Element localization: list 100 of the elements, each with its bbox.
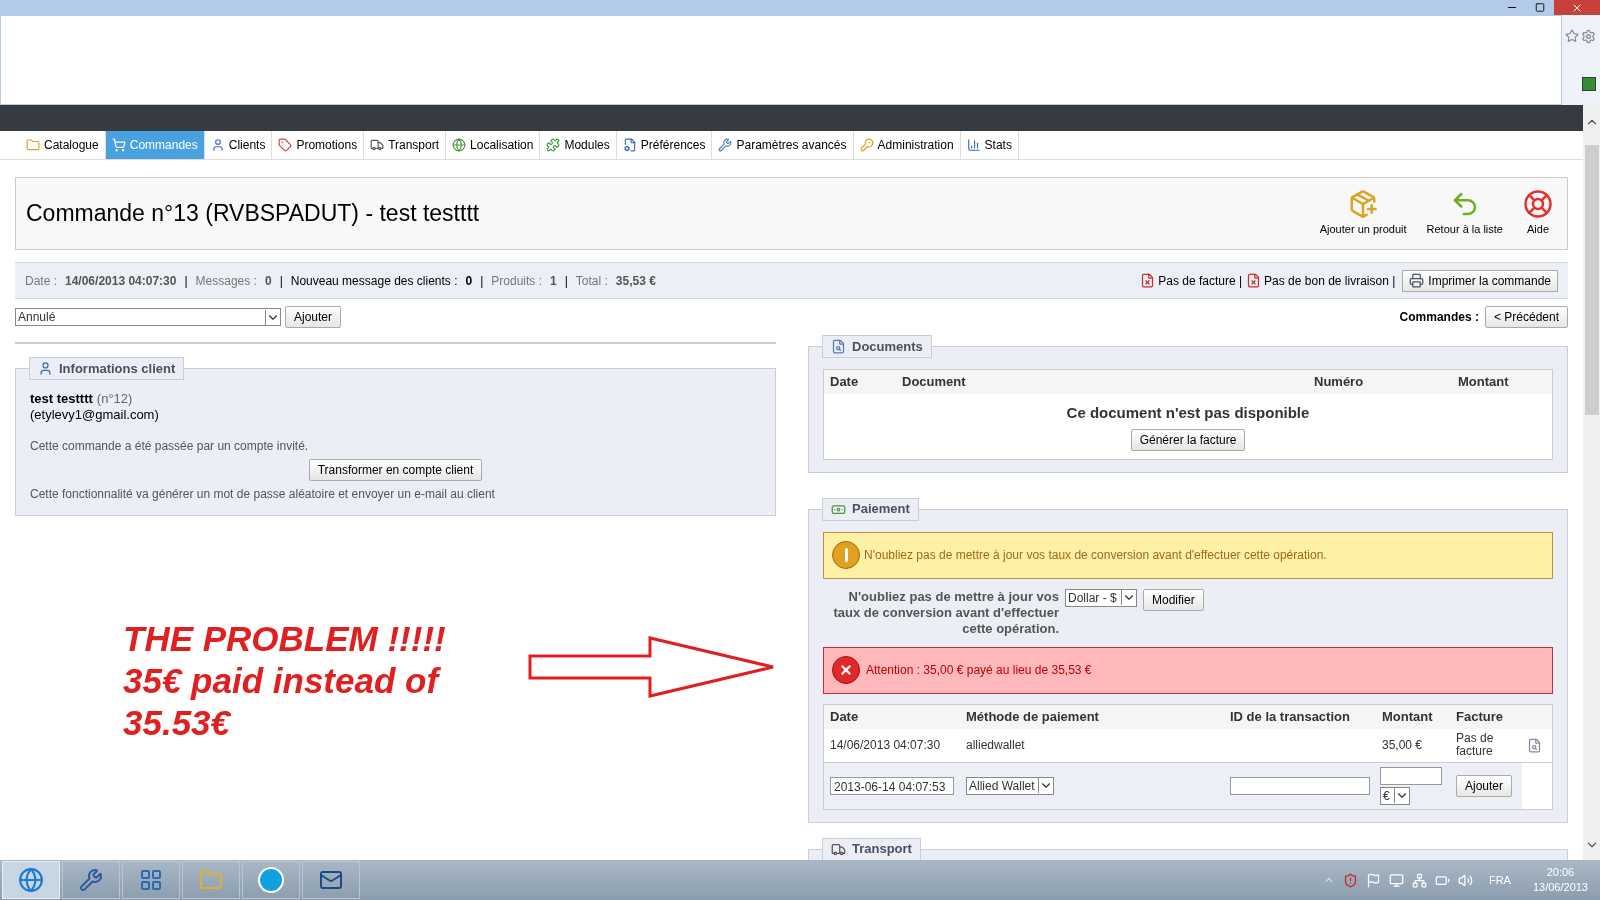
document-search-icon	[831, 339, 846, 354]
tools-taskbar-icon[interactable]	[62, 861, 120, 899]
column-header: Numéro	[1314, 373, 1365, 392]
scroll-thumb[interactable]	[1584, 145, 1599, 415]
summary-value: 0	[264, 272, 272, 290]
summary-label: Total :	[575, 272, 608, 290]
settings-icon[interactable]	[1581, 29, 1596, 44]
payment-method-select[interactable]: Allied Wallet	[966, 776, 1054, 795]
monitor-tray-icon[interactable]	[1388, 872, 1404, 888]
column-header: Méthode de paiement	[966, 707, 1100, 726]
printer-icon	[1409, 273, 1425, 288]
folder-taskbar-icon[interactable]	[182, 861, 240, 899]
document-link[interactable]: Pas de bon de livraison |	[1246, 271, 1396, 290]
separator-text: |	[184, 272, 188, 290]
add-status-button[interactable]: Ajouter	[285, 306, 342, 328]
toolbar-action[interactable]: Ajouter un produit	[1317, 189, 1409, 238]
table-cell-text: 14/06/2013 04:07:30	[830, 737, 942, 754]
tag-icon	[278, 138, 293, 152]
chat-taskbar-icon[interactable]	[242, 861, 300, 899]
dropdown-arrow-icon	[1394, 788, 1409, 803]
key-icon	[859, 138, 874, 152]
annotation-text: THE PROBLEM !!!!! 35€ paid instead of 35.53€	[123, 618, 447, 744]
truck-icon	[831, 841, 846, 857]
folder-icon	[26, 138, 40, 152]
table-cell-text: 35,00 €	[1382, 737, 1424, 754]
status-select[interactable]: Annulé	[15, 308, 281, 326]
error-icon	[832, 656, 860, 684]
scrollbar[interactable]	[1583, 105, 1600, 860]
nav-label: Commandes :	[1399, 309, 1479, 326]
convert-note: Cette fonctionnalité va générer un mot de passe aléatoire et envoyer un e-mail au client	[30, 486, 496, 503]
wrench-icon	[718, 138, 733, 152]
favorites-star-icon[interactable]	[1565, 29, 1579, 43]
currency-select[interactable]: Dollar - $	[1065, 588, 1137, 607]
column-header: Facture	[1456, 707, 1504, 726]
crossed-document-icon	[1140, 273, 1156, 288]
browser-taskbar-icon[interactable]	[2, 861, 60, 899]
extension-icon[interactable]	[1582, 77, 1596, 91]
client-number: (n°12)	[96, 391, 133, 407]
network-tray-icon[interactable]	[1411, 872, 1427, 888]
print-button[interactable]: Imprimer la commande	[1402, 269, 1558, 292]
dropdown-arrow-icon	[1121, 590, 1136, 605]
summary-label: Produits :	[491, 272, 543, 290]
separator-text: |	[480, 272, 484, 290]
control-panel-taskbar-icon[interactable]	[122, 861, 180, 899]
document-gear-icon	[622, 138, 637, 152]
crossed-document-icon	[1246, 273, 1262, 288]
mail-taskbar-icon[interactable]	[302, 861, 360, 899]
add-payment-button[interactable]: Ajouter	[1456, 774, 1513, 797]
toolbar-action[interactable]: Retour à la liste	[1424, 189, 1505, 238]
transaction-id-field[interactable]	[1230, 776, 1370, 795]
summary-value: 35,53 €	[615, 272, 656, 290]
client-name: test testttt	[30, 391, 93, 407]
cart-icon	[111, 138, 126, 152]
table-cell-text: alliedwallet	[966, 737, 1026, 754]
dropdown-arrow-icon	[265, 309, 280, 325]
legend-text: Paiement	[852, 500, 910, 519]
legend-text: Documents	[852, 337, 923, 356]
modify-button[interactable]: Modifier	[1143, 588, 1204, 611]
empty-message: Ce document n'est pas disponible	[1066, 403, 1310, 423]
flag-tray-icon[interactable]	[1365, 872, 1381, 888]
toolbar-action[interactable]: Aide	[1521, 189, 1555, 238]
package-plus-icon	[1348, 189, 1379, 220]
column-header: Document	[902, 373, 967, 392]
summary-value: 14/06/2013 04:07:30	[65, 272, 177, 290]
conversion-label: N'oubliez pas de mettre à jour vos taux de conversion avant d'effectuer cette opération.	[832, 588, 1059, 637]
document-search-icon[interactable]	[1527, 737, 1542, 753]
client-email: (etylevy1@gmail.com)	[30, 407, 160, 423]
summary-label: Messages :	[195, 272, 257, 290]
separator-text: |	[279, 272, 283, 290]
order-title: Commande n°13 (RVBSPADUT) - test testttt	[26, 199, 480, 229]
globe-icon	[452, 138, 467, 152]
column-header: Montant	[1458, 373, 1510, 392]
amount-field[interactable]	[1380, 766, 1442, 785]
date-field[interactable]: 2013-06-14 04:07:53	[830, 776, 954, 795]
summary-value: 0	[465, 272, 473, 290]
dropdown-arrow-icon	[1038, 778, 1053, 793]
bar-chart-icon	[966, 138, 981, 152]
generate-invoice-button[interactable]: Générer la facture	[1130, 428, 1246, 451]
document-link[interactable]: Pas de facture |	[1140, 271, 1243, 290]
column-header: ID de la transaction	[1230, 707, 1351, 726]
user-icon	[210, 138, 225, 152]
currency-select[interactable]: €	[1380, 786, 1410, 805]
convert-account-button[interactable]: Transformer en compte client	[308, 459, 483, 481]
volume-tray-icon[interactable]	[1457, 872, 1473, 888]
column-header: Date	[830, 373, 860, 392]
legend-text: Transport	[852, 840, 912, 859]
summary-label: Date :	[25, 272, 57, 290]
truck-icon	[370, 138, 385, 152]
column-header: Date	[830, 707, 860, 726]
previous-button[interactable]: < Précédent	[1484, 306, 1568, 328]
separator-text: |	[564, 272, 568, 290]
guest-note: Cette commande a été passée par un compte invité.	[30, 438, 310, 455]
shield-tray-icon[interactable]	[1342, 872, 1358, 888]
puzzle-icon	[546, 138, 561, 152]
clock-time: 20:06	[1546, 865, 1575, 880]
exclamation-icon	[832, 541, 860, 569]
lifebuoy-icon	[1523, 189, 1553, 220]
summary-value: 1	[550, 272, 557, 290]
table-cell-text: Pas de facture	[1456, 732, 1495, 758]
error-text: Attention : 35,00 € payé au lieu de 35,53 €	[866, 662, 1092, 679]
